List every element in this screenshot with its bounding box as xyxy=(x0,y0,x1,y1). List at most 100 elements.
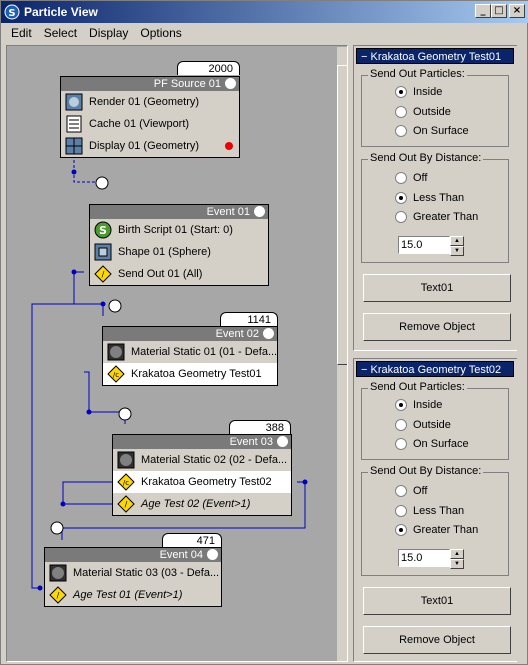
menu-select[interactable]: Select xyxy=(38,26,83,40)
distance-value[interactable]: 15.0 xyxy=(398,549,450,567)
operator-krakatoa-geometry-test[interactable]: /c Krakatoa Geometry Test02 xyxy=(113,471,291,493)
group-label: Send Out By Distance: xyxy=(368,465,484,477)
radio-label: Less Than xyxy=(413,192,465,204)
operator-material-static[interactable]: Material Static 01 (01 - Defa... xyxy=(103,341,277,363)
spinner-down-icon[interactable]: ▼ xyxy=(450,559,464,569)
operator-material-static[interactable]: Material Static 03 (03 - Defa... xyxy=(45,562,221,584)
radio-label: Greater Than xyxy=(413,211,479,223)
radio-less-than-1[interactable]: Less Than xyxy=(395,192,464,204)
distance-spinner-1[interactable]: 15.0 ▲ ▼ xyxy=(398,236,464,256)
pf-source-count: 2000 xyxy=(177,61,240,75)
app-icon: S xyxy=(4,4,20,20)
operator-label: Display 01 (Geometry) xyxy=(89,140,200,152)
radio-less-than-2[interactable]: Less Than xyxy=(395,505,464,517)
operator-birth-script[interactable]: S Birth Script 01 (Start: 0) xyxy=(90,219,268,241)
spinner-down-icon[interactable]: ▼ xyxy=(450,246,464,256)
pf-source-header[interactable]: PF Source 01 xyxy=(61,77,239,91)
radio-dot xyxy=(395,192,407,204)
particle-diagram-canvas[interactable]: 2000 PF Source 01 Render 01 (Geometry) C… xyxy=(6,45,348,662)
rollout-2-header[interactable]: − Krakatoa Geometry Test02 xyxy=(356,361,514,377)
radio-on-surface-2[interactable]: On Surface xyxy=(395,438,469,450)
operator-label: Material Static 01 (01 - Defa... xyxy=(131,346,277,358)
radio-greater-than-2[interactable]: Greater Than xyxy=(395,524,478,536)
radio-outside-1[interactable]: Outside xyxy=(395,106,451,118)
radio-off-1[interactable]: Off xyxy=(395,172,427,184)
event02-node[interactable]: Event 02 Material Static 01 (01 - Defa..… xyxy=(102,326,278,386)
rollout-1-title: Krakatoa Geometry Test01 xyxy=(370,51,502,63)
operator-cache[interactable]: Cache 01 (Viewport) xyxy=(61,113,239,135)
radio-label: Less Than xyxy=(413,505,465,517)
event04-count: 471 xyxy=(162,533,222,547)
birth-script-icon: S xyxy=(94,221,112,239)
canvas-scrollbar[interactable] xyxy=(337,47,347,661)
minimize-button[interactable]: _ xyxy=(475,4,491,18)
operator-label: Age Test 02 (Event>1) xyxy=(141,498,251,510)
operator-send-out[interactable]: / Send Out 01 (All) xyxy=(90,263,268,285)
operator-krakatoa-geometry-test[interactable]: /c Krakatoa Geometry Test01 xyxy=(103,363,277,385)
radio-outside-2[interactable]: Outside xyxy=(395,419,451,431)
cache-icon xyxy=(66,115,82,133)
menu-display[interactable]: Display xyxy=(83,26,134,40)
text01-button-2[interactable]: Text01 xyxy=(363,587,511,615)
group-label: Send Out By Distance: xyxy=(368,152,484,164)
distance-spinner-2[interactable]: 15.0 ▲ ▼ xyxy=(398,549,464,569)
radio-inside-2[interactable]: Inside xyxy=(395,399,442,411)
operator-age-test[interactable]: / Age Test 02 (Event>1) xyxy=(113,493,291,515)
distance-value[interactable]: 15.0 xyxy=(398,236,450,254)
event01-node[interactable]: Event 01 S Birth Script 01 (Start: 0) Sh… xyxy=(89,204,269,286)
rollout-1-header[interactable]: − Krakatoa Geometry Test01 xyxy=(356,48,514,64)
event03-header[interactable]: Event 03 xyxy=(113,435,291,449)
display-color-swatch xyxy=(225,142,233,150)
radio-dot xyxy=(395,505,407,517)
event01-title: Event 01 xyxy=(206,206,250,218)
panel-scrollbar[interactable] xyxy=(517,45,525,662)
event04-header[interactable]: Event 04 xyxy=(45,548,221,562)
shape-icon xyxy=(94,243,112,261)
event03-count: 388 xyxy=(229,420,291,434)
radio-label: On Surface xyxy=(413,125,469,137)
test-icon: /c xyxy=(117,473,135,491)
radio-dot xyxy=(395,438,407,450)
operator-render[interactable]: Render 01 (Geometry) xyxy=(61,91,239,113)
radio-label: Inside xyxy=(413,399,443,411)
canvas-scrollbar-thumb[interactable] xyxy=(337,65,347,365)
menu-edit[interactable]: Edit xyxy=(5,26,38,40)
text01-button-1[interactable]: Text01 xyxy=(363,274,511,302)
radio-dot xyxy=(395,524,407,536)
pf-source-node[interactable]: PF Source 01 Render 01 (Geometry) Cache … xyxy=(60,76,240,158)
svg-text:/c: /c xyxy=(113,371,119,379)
test-icon: / xyxy=(94,265,112,283)
operator-age-test[interactable]: / Age Test 01 (Event>1) xyxy=(45,584,221,606)
event01-header[interactable]: Event 01 xyxy=(90,205,268,219)
radio-off-2[interactable]: Off xyxy=(395,485,427,497)
event03-node[interactable]: Event 03 Material Static 02 (02 - Defa..… xyxy=(112,434,292,516)
spinner-up-icon[interactable]: ▲ xyxy=(450,236,464,246)
rollout-2-title: Krakatoa Geometry Test02 xyxy=(370,364,502,376)
remove-object-button-1[interactable]: Remove Object xyxy=(363,313,511,341)
operator-display[interactable]: Display 01 (Geometry) xyxy=(61,135,239,157)
event04-node[interactable]: Event 04 Material Static 03 (03 - Defa..… xyxy=(44,547,222,607)
event02-header[interactable]: Event 02 xyxy=(103,327,277,341)
radio-on-surface-1[interactable]: On Surface xyxy=(395,125,469,137)
test-icon: /c xyxy=(107,365,125,383)
group-label: Send Out Particles: xyxy=(368,381,467,393)
radio-greater-than-1[interactable]: Greater Than xyxy=(395,211,478,223)
test-icon: / xyxy=(49,586,67,604)
maximize-button[interactable]: □ xyxy=(491,4,507,18)
menu-options[interactable]: Options xyxy=(134,26,187,40)
event02-title: Event 02 xyxy=(215,328,259,340)
svg-text:S: S xyxy=(99,224,107,237)
radio-dot xyxy=(395,399,407,411)
skull-icon xyxy=(207,549,218,560)
operator-material-static[interactable]: Material Static 02 (02 - Defa... xyxy=(113,449,291,471)
event04-title: Event 04 xyxy=(159,549,203,561)
remove-object-button-2[interactable]: Remove Object xyxy=(363,626,511,654)
operator-label: Krakatoa Geometry Test02 xyxy=(141,476,272,488)
radio-dot xyxy=(395,485,407,497)
radio-dot xyxy=(395,211,407,223)
radio-inside-1[interactable]: Inside xyxy=(395,86,442,98)
window-title: Particle View xyxy=(24,5,98,19)
spinner-up-icon[interactable]: ▲ xyxy=(450,549,464,559)
close-button[interactable]: × xyxy=(509,4,525,18)
operator-shape[interactable]: Shape 01 (Sphere) xyxy=(90,241,268,263)
